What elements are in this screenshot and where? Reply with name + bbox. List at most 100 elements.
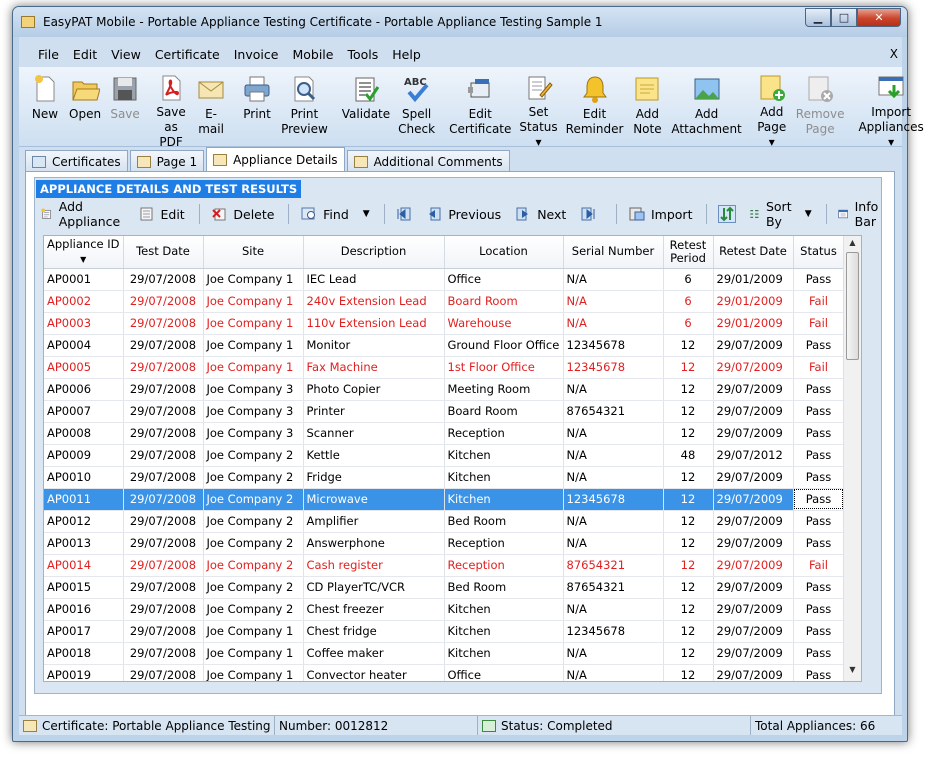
table-cell[interactable]: 12345678 <box>563 334 664 357</box>
table-cell[interactable]: Kitchen <box>444 620 564 643</box>
menu-file[interactable]: File <box>31 43 66 65</box>
table-cell[interactable]: AP0011 <box>44 488 124 511</box>
table-cell[interactable]: 29/07/2008 <box>123 598 204 621</box>
table-cell[interactable]: Joe Company 3 <box>203 378 304 401</box>
table-cell[interactable]: Pass <box>793 620 845 643</box>
table-cell[interactable]: 29/07/2008 <box>123 268 204 291</box>
toolbar-edit-certificate-button[interactable]: Edit Certificate <box>445 67 515 146</box>
table-cell[interactable]: Cash register <box>303 554 445 577</box>
table-cell[interactable]: Reception <box>444 532 564 555</box>
table-cell[interactable]: AP0009 <box>44 444 124 467</box>
table-cell[interactable]: 29/07/2008 <box>123 664 204 681</box>
table-cell[interactable]: AP0018 <box>44 642 124 665</box>
table-cell[interactable]: Kitchen <box>444 488 564 511</box>
toolbar-printer-button[interactable]: Print <box>237 67 277 146</box>
table-cell[interactable]: 29/07/2009 <box>713 422 794 445</box>
table-cell[interactable]: AP0005 <box>44 356 124 379</box>
table-cell[interactable]: Pass <box>793 400 845 423</box>
table-cell[interactable]: 12 <box>663 532 714 555</box>
table-cell[interactable]: 29/07/2009 <box>713 510 794 533</box>
table-cell[interactable]: 48 <box>663 444 714 467</box>
toolbar-remove-page-button[interactable]: Remove Page <box>792 67 849 146</box>
table-cell[interactable]: Bed Room <box>444 510 564 533</box>
table-cell[interactable]: Joe Company 2 <box>203 598 304 621</box>
table-cell[interactable]: 12345678 <box>563 488 664 511</box>
add-appliance-button[interactable]: Add Appliance <box>41 199 125 229</box>
table-cell[interactable]: 29/07/2009 <box>713 598 794 621</box>
table-cell[interactable]: 12345678 <box>563 620 664 643</box>
table-cell[interactable]: Pass <box>793 642 845 665</box>
table-cell[interactable]: Joe Company 2 <box>203 488 304 511</box>
table-cell[interactable]: Joe Company 2 <box>203 510 304 533</box>
table-cell[interactable]: 29/07/2008 <box>123 576 204 599</box>
table-cell[interactable]: Warehouse <box>444 312 564 335</box>
table-cell[interactable]: 29/07/2008 <box>123 554 204 577</box>
toolbar-pdf-button[interactable]: Save as PDF <box>151 67 191 149</box>
import-button[interactable]: Import <box>629 206 692 222</box>
toolbar-envelope-button[interactable]: E-mail <box>191 67 231 146</box>
menu-view[interactable]: View <box>104 43 148 65</box>
table-cell[interactable]: 29/07/2008 <box>123 290 204 313</box>
table-cell[interactable]: N/A <box>563 664 664 681</box>
table-cell[interactable]: Pass <box>793 378 845 401</box>
table-cell[interactable]: 12 <box>663 400 714 423</box>
table-row[interactable]: AP0019 29/07/2008 Joe Company 1 Convector h… <box>44 664 845 681</box>
table-cell[interactable]: Office <box>444 268 564 291</box>
table-cell[interactable]: 12 <box>663 466 714 489</box>
table-cell[interactable]: Joe Company 2 <box>203 576 304 599</box>
table-row[interactable]: AP0002 29/07/2008 Joe Company 1 240v Extens… <box>44 290 845 313</box>
table-cell[interactable]: Pass <box>793 268 845 291</box>
table-cell[interactable]: AP0014 <box>44 554 124 577</box>
table-row[interactable]: AP0006 29/07/2008 Joe Company 3 Photo Copie… <box>44 378 845 401</box>
table-cell[interactable]: 6 <box>663 268 714 291</box>
table-cell[interactable]: Kitchen <box>444 598 564 621</box>
table-cell[interactable]: N/A <box>563 510 664 533</box>
table-cell[interactable]: Fridge <box>303 466 445 489</box>
table-cell[interactable]: Photo Copier <box>303 378 445 401</box>
scroll-up-icon[interactable]: ▲ <box>844 238 861 252</box>
table-cell[interactable]: 29/07/2009 <box>713 356 794 379</box>
table-cell[interactable]: N/A <box>563 642 664 665</box>
table-row[interactable]: AP0008 29/07/2008 Joe Company 3 Scanner Rece… <box>44 422 845 445</box>
table-cell[interactable]: N/A <box>563 444 664 467</box>
menu-mobile[interactable]: Mobile <box>285 43 340 65</box>
table-cell[interactable]: 29/07/2009 <box>713 378 794 401</box>
table-cell[interactable]: N/A <box>563 378 664 401</box>
table-cell[interactable]: 1st Floor Office <box>444 356 564 379</box>
table-cell[interactable]: N/A <box>563 598 664 621</box>
table-row[interactable]: AP0001 29/07/2008 Joe Company 1 IEC Lead Off… <box>44 268 845 291</box>
table-cell[interactable]: Joe Company 1 <box>203 642 304 665</box>
column-header[interactable]: Description <box>303 236 445 269</box>
table-cell[interactable]: N/A <box>563 532 664 555</box>
tab-additional-comments[interactable]: Additional Comments <box>346 150 510 172</box>
table-row[interactable]: AP0011 29/07/2008 Joe Company 2 Microwave Ki… <box>44 488 845 511</box>
toolbar-add-page-button[interactable]: Add Page ▾ <box>752 67 792 149</box>
table-row[interactable]: AP0004 29/07/2008 Joe Company 1 Monitor Grou… <box>44 334 845 357</box>
table-cell[interactable]: 29/07/2008 <box>123 488 204 511</box>
table-cell[interactable]: Kitchen <box>444 642 564 665</box>
table-cell[interactable]: AP0003 <box>44 312 124 335</box>
table-cell[interactable]: Fail <box>793 290 845 313</box>
table-cell[interactable]: AP0006 <box>44 378 124 401</box>
table-cell[interactable]: 12 <box>663 356 714 379</box>
table-cell[interactable]: Pass <box>793 444 845 467</box>
table-cell[interactable]: 29/07/2009 <box>713 488 794 511</box>
toolbar-print-preview-button[interactable]: Print Preview <box>277 67 332 146</box>
table-row[interactable]: AP0012 29/07/2008 Joe Company 2 Amplifier Be… <box>44 510 845 533</box>
table-cell[interactable]: Office <box>444 664 564 681</box>
table-cell[interactable]: Kitchen <box>444 444 564 467</box>
table-cell[interactable]: 12 <box>663 488 714 511</box>
table-cell[interactable]: AP0019 <box>44 664 124 681</box>
table-cell[interactable]: Scanner <box>303 422 445 445</box>
find-button[interactable]: Find ▼ <box>301 206 370 222</box>
table-row[interactable]: AP0009 29/07/2008 Joe Company 2 Kettle Kitch… <box>44 444 845 467</box>
scroll-thumb[interactable] <box>846 252 859 360</box>
table-cell[interactable]: Pass <box>793 466 845 489</box>
column-header[interactable]: Retest Period <box>663 236 714 269</box>
table-cell[interactable]: Kettle <box>303 444 445 467</box>
table-cell[interactable]: 29/07/2012 <box>713 444 794 467</box>
table-cell[interactable]: AP0002 <box>44 290 124 313</box>
menu-certificate[interactable]: Certificate <box>148 43 227 65</box>
menu-help[interactable]: Help <box>385 43 428 65</box>
table-row[interactable]: AP0015 29/07/2008 Joe Company 2 CD PlayerTC… <box>44 576 845 599</box>
